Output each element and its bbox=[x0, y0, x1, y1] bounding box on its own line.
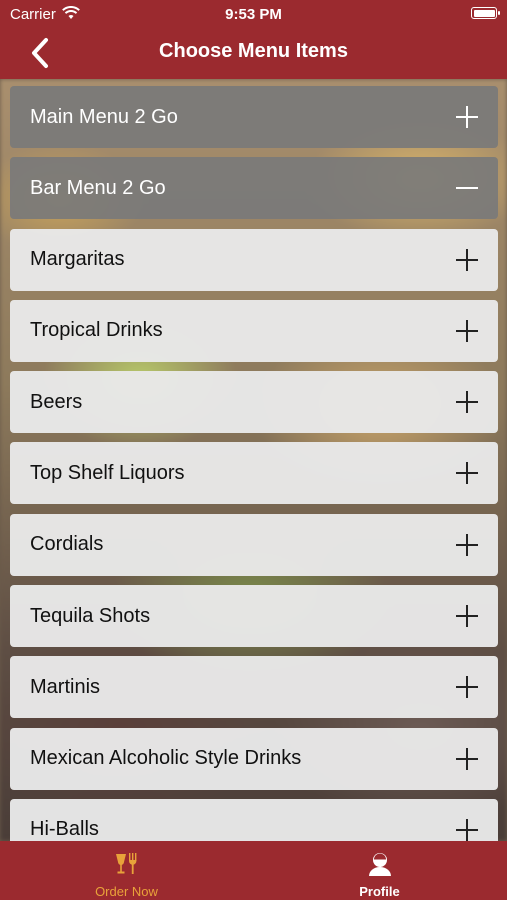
status-bar: Carrier 9:53 PM bbox=[0, 0, 507, 28]
plus-icon[interactable] bbox=[456, 319, 478, 342]
food-drink-icon bbox=[115, 853, 136, 874]
list-item[interactable]: Tequila Shots bbox=[10, 585, 498, 648]
tab-bar: Order Now Profile bbox=[0, 841, 507, 900]
list-item[interactable]: Tropical Drinks bbox=[10, 299, 498, 362]
item-label: Top Shelf Liquors bbox=[30, 461, 185, 484]
list-item[interactable]: Beers bbox=[10, 371, 498, 434]
item-label: Beers bbox=[30, 390, 83, 413]
list-item[interactable]: Mexican Alcoholic Style Drinks bbox=[10, 727, 498, 790]
battery-icon bbox=[471, 7, 500, 19]
category-main-menu-2-go[interactable]: Main Menu 2 Go bbox=[10, 86, 498, 148]
menu-list: Main Menu 2 Go Bar Menu 2 Go Margaritas … bbox=[10, 86, 498, 870]
profile-icon bbox=[368, 853, 391, 876]
list-item[interactable]: Cordials bbox=[10, 513, 498, 576]
status-time: 9:53 PM bbox=[225, 6, 282, 23]
page-title: Choose Menu Items bbox=[159, 40, 348, 62]
list-item[interactable]: Top Shelf Liquors bbox=[10, 442, 498, 505]
tab-profile[interactable]: Profile bbox=[253, 841, 506, 900]
item-label: Martinis bbox=[30, 675, 101, 698]
list-item[interactable]: Margaritas bbox=[10, 228, 498, 291]
navigation-header: Carrier 9:53 PM Choose Menu Items bbox=[0, 0, 507, 79]
plus-icon[interactable] bbox=[456, 533, 478, 556]
item-label: Tropical Drinks bbox=[30, 319, 163, 342]
tab-order-now[interactable]: Order Now bbox=[0, 841, 253, 900]
category-label: Bar Menu 2 Go bbox=[30, 176, 166, 199]
item-label: Margaritas bbox=[30, 248, 125, 271]
plus-icon[interactable] bbox=[456, 248, 478, 271]
item-label: Mexican Alcoholic Style Drinks bbox=[30, 747, 302, 770]
item-label: Cordials bbox=[30, 533, 104, 556]
plus-icon[interactable] bbox=[456, 106, 478, 128]
minus-icon[interactable] bbox=[456, 177, 478, 199]
category-label: Main Menu 2 Go bbox=[30, 105, 178, 128]
tab-label: Order Now bbox=[95, 884, 158, 899]
plus-icon[interactable] bbox=[456, 391, 478, 414]
plus-icon[interactable] bbox=[456, 462, 478, 485]
item-label: Hi-Balls bbox=[30, 818, 99, 841]
plus-icon[interactable] bbox=[456, 747, 478, 770]
category-bar-menu-2-go[interactable]: Bar Menu 2 Go bbox=[10, 157, 498, 220]
plus-icon[interactable] bbox=[456, 605, 478, 628]
item-label: Tequila Shots bbox=[30, 604, 151, 627]
plus-icon[interactable] bbox=[456, 676, 478, 699]
tab-label: Profile bbox=[359, 884, 400, 899]
list-item[interactable]: Martinis bbox=[10, 656, 498, 719]
plus-icon[interactable] bbox=[456, 818, 478, 841]
